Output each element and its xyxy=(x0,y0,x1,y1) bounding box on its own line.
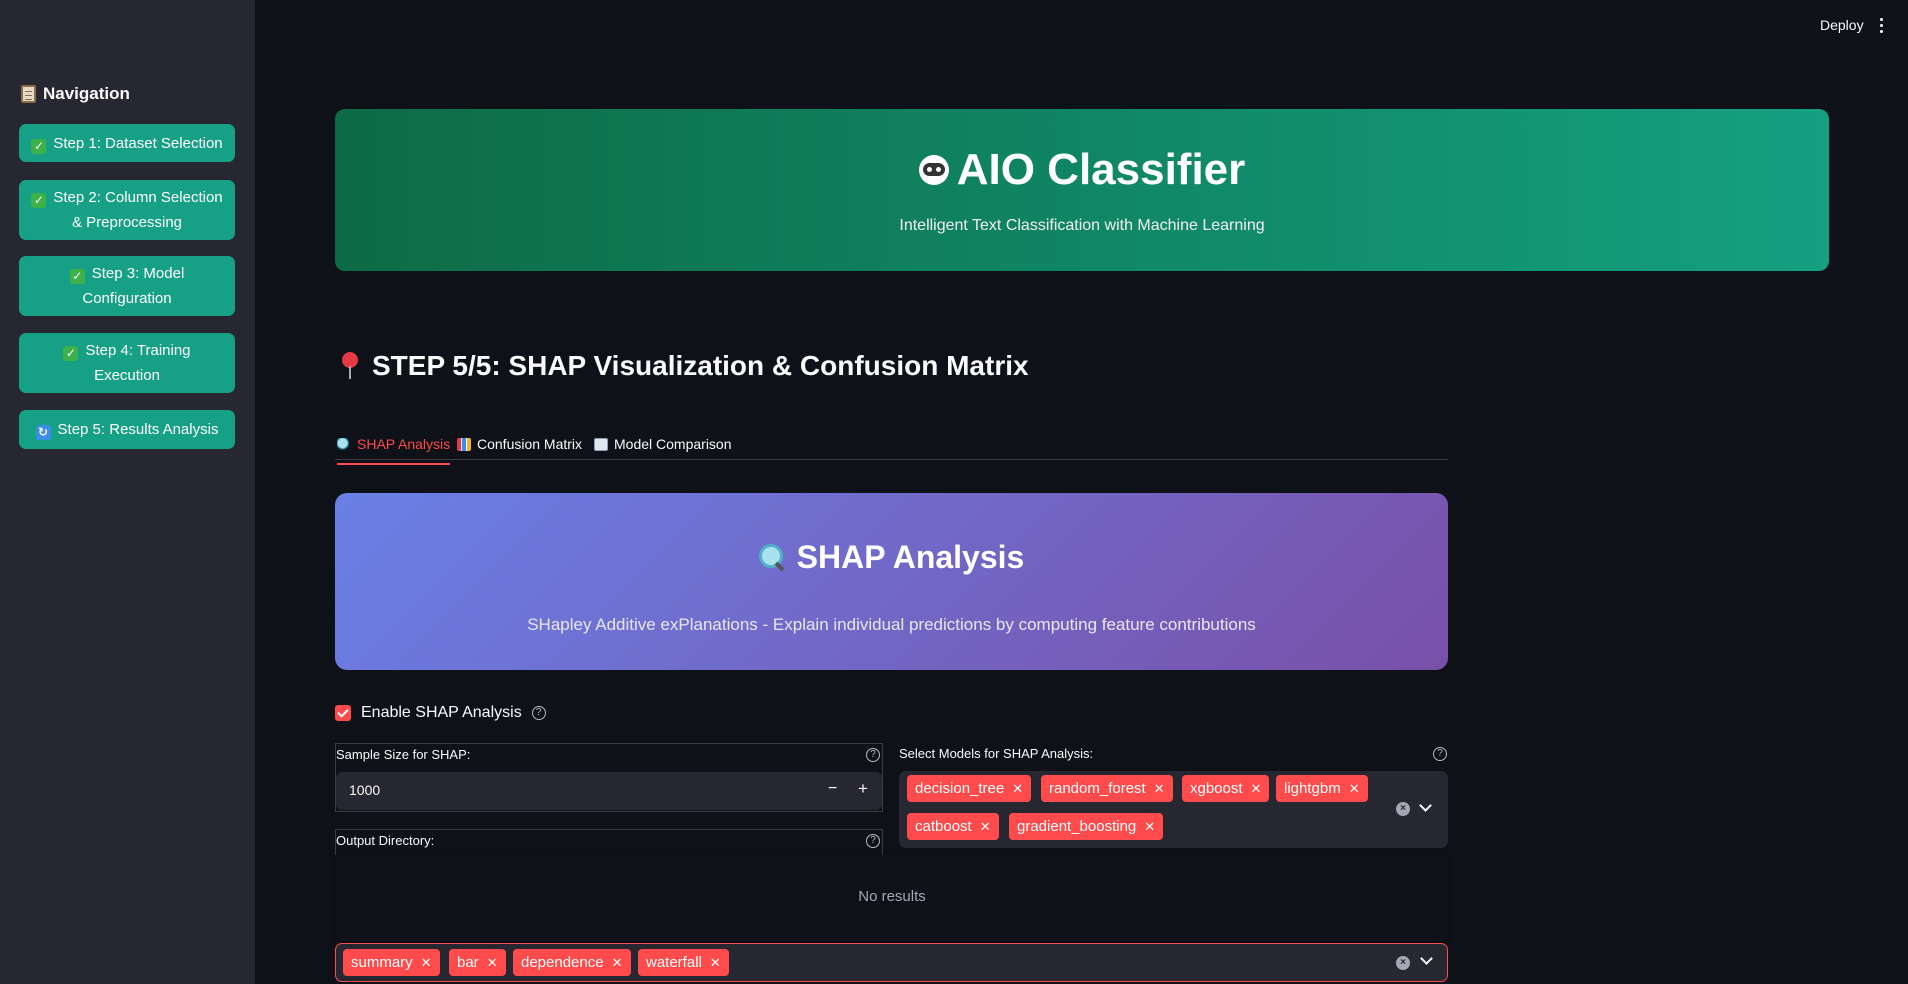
chip-gradient-boosting[interactable]: gradient_boosting ✕ xyxy=(1009,813,1164,840)
hero-title: AIO Classifier xyxy=(335,145,1829,195)
hero-subtitle: Intelligent Text Classification with Mac… xyxy=(899,217,1265,234)
chip-waterfall[interactable]: waterfall ✕ xyxy=(638,949,729,976)
page-title-text: STEP 5/5: SHAP Visualization & Confusion… xyxy=(372,350,1029,381)
chip-decision-tree[interactable]: decision_tree ✕ xyxy=(907,775,1032,802)
sidebar-title-label: Navigation xyxy=(43,84,130,103)
robot-icon xyxy=(918,155,949,185)
output-directory-label: Output Directory: xyxy=(336,833,435,848)
clear-all-icon[interactable]: × xyxy=(1396,802,1410,816)
chip-summary[interactable]: summary ✕ xyxy=(343,949,440,976)
deploy-button[interactable]: Deploy xyxy=(1820,17,1864,33)
chip-dependence[interactable]: dependence ✕ xyxy=(513,949,631,976)
chip-label: dependence xyxy=(521,954,604,971)
tab-model-comparison[interactable]: Model Comparison xyxy=(594,429,732,459)
shap-title-text: SHAP Analysis xyxy=(796,539,1025,575)
no-results-text: No results xyxy=(858,888,926,905)
sidebar-item-label: Step 2: Column Selection & Preprocessing xyxy=(53,189,223,231)
chip-label: bar xyxy=(457,954,479,971)
sidebar-item-step-3[interactable]: ✓ Step 3: Model Configuration xyxy=(19,256,235,316)
check-icon: ✓ xyxy=(69,269,85,284)
remove-icon[interactable]: ✕ xyxy=(1144,819,1155,834)
chip-label: decision_tree xyxy=(915,780,1005,797)
chip-label: xgboost xyxy=(1190,780,1243,797)
pushpin-icon xyxy=(340,352,360,380)
sample-size-label: Sample Size for SHAP: xyxy=(336,747,471,762)
models-select-label: Select Models for SHAP Analysis: xyxy=(899,746,1094,761)
help-icon[interactable]: ? xyxy=(866,748,880,762)
clear-all-icon[interactable]: × xyxy=(1396,956,1410,970)
tab-bar: SHAP Analysis Confusion Matrix Model Com… xyxy=(335,425,1448,465)
decrement-button[interactable]: − xyxy=(828,780,837,798)
more-options-icon[interactable] xyxy=(1880,18,1884,34)
sidebar-item-label: Step 4: Training Execution xyxy=(85,342,191,384)
models-dropdown-menu: No results xyxy=(336,855,1448,941)
remove-icon[interactable]: ✕ xyxy=(487,955,498,970)
magnifier-icon xyxy=(337,437,351,451)
chip-xgboost[interactable]: xgboost ✕ xyxy=(1182,775,1270,802)
hero-title-text: AIO Classifier xyxy=(956,145,1246,194)
help-icon[interactable]: ? xyxy=(1433,747,1447,761)
sidebar-item-step-1[interactable]: ✓ Step 1: Dataset Selection xyxy=(19,124,235,162)
remove-icon[interactable]: ✕ xyxy=(612,955,623,970)
chip-catboost[interactable]: catboost ✕ xyxy=(907,813,999,840)
chip-label: random_forest xyxy=(1049,780,1146,797)
chip-label: summary xyxy=(351,954,413,971)
tab-label: Confusion Matrix xyxy=(477,436,583,452)
chevron-down-icon[interactable] xyxy=(1419,799,1432,812)
shap-banner: SHAP Analysis SHapley Additive exPlanati… xyxy=(335,493,1448,670)
chip-label: catboost xyxy=(915,818,972,835)
tab-label: SHAP Analysis xyxy=(357,436,451,452)
remove-icon[interactable]: ✕ xyxy=(1012,781,1023,796)
refresh-icon: ↻ xyxy=(35,425,51,440)
remove-icon[interactable]: ✕ xyxy=(1251,781,1262,796)
check-icon: ✓ xyxy=(63,346,79,361)
chip-label: gradient_boosting xyxy=(1017,818,1137,835)
tab-label: Model Comparison xyxy=(614,436,732,452)
checkbox-checked-icon[interactable] xyxy=(335,705,351,721)
chevron-down-icon[interactable] xyxy=(1420,952,1433,965)
sidebar-item-label: Step 3: Model Configuration xyxy=(82,265,185,307)
remove-icon[interactable]: ✕ xyxy=(1154,781,1165,796)
sample-size-value[interactable]: 1000 xyxy=(349,782,380,798)
help-icon[interactable]: ? xyxy=(531,706,546,720)
chip-label: lightgbm xyxy=(1284,780,1341,797)
sidebar: Navigation ✓ Step 1: Dataset Selection ✓ S… xyxy=(0,0,255,984)
bar-chart-icon xyxy=(457,437,471,451)
remove-icon[interactable]: ✕ xyxy=(421,955,432,970)
magnifier-icon xyxy=(758,543,787,572)
shap-subtitle: SHapley Additive exPlanations - Explain … xyxy=(527,615,1256,634)
clipboard-icon xyxy=(21,85,36,103)
chip-bar[interactable]: bar ✕ xyxy=(449,949,506,976)
check-icon: ✓ xyxy=(31,193,47,208)
sidebar-item-step-5[interactable]: ↻ Step 5: Results Analysis xyxy=(19,410,235,449)
check-icon: ✓ xyxy=(31,138,47,154)
chip-label: waterfall xyxy=(646,954,702,971)
help-icon[interactable]: ? xyxy=(866,834,880,848)
tab-confusion-matrix[interactable]: Confusion Matrix xyxy=(457,429,582,459)
models-multiselect[interactable]: decision_tree ✕ random_forest ✕ xgboost ✕ l… xyxy=(899,771,1448,848)
line-chart-icon xyxy=(594,437,608,451)
increment-button[interactable]: + xyxy=(858,779,868,799)
remove-icon[interactable]: ✕ xyxy=(980,819,991,834)
hero-banner: AIO Classifier Intelligent Text Classifi… xyxy=(335,109,1829,271)
tab-shap-analysis[interactable]: SHAP Analysis xyxy=(337,429,451,465)
chip-random-forest[interactable]: random_forest ✕ xyxy=(1041,775,1173,802)
enable-shap-checkbox[interactable]: Enable SHAP Analysis ? xyxy=(335,704,546,722)
chip-lightgbm[interactable]: lightgbm ✕ xyxy=(1276,775,1368,802)
sample-size-input[interactable]: 1000 − + xyxy=(336,772,882,810)
sidebar-title: Navigation xyxy=(21,84,130,104)
shap-title: SHAP Analysis xyxy=(335,539,1448,576)
remove-icon[interactable]: ✕ xyxy=(1349,781,1360,796)
sidebar-item-step-2[interactable]: ✓ Step 2: Column Selection & Preprocessin… xyxy=(19,180,235,240)
sidebar-item-label: Step 5: Results Analysis xyxy=(57,421,219,438)
plot-types-multiselect[interactable]: summary ✕ bar ✕ dependence ✕ waterfall ✕ × xyxy=(335,943,1448,982)
sidebar-item-label: Step 1: Dataset Selection xyxy=(53,134,223,152)
sidebar-item-step-4[interactable]: ✓ Step 4: Training Execution xyxy=(19,333,235,393)
remove-icon[interactable]: ✕ xyxy=(710,955,721,970)
page-title: STEP 5/5: SHAP Visualization & Confusion… xyxy=(340,350,1029,382)
enable-shap-label: Enable SHAP Analysis xyxy=(361,704,522,721)
